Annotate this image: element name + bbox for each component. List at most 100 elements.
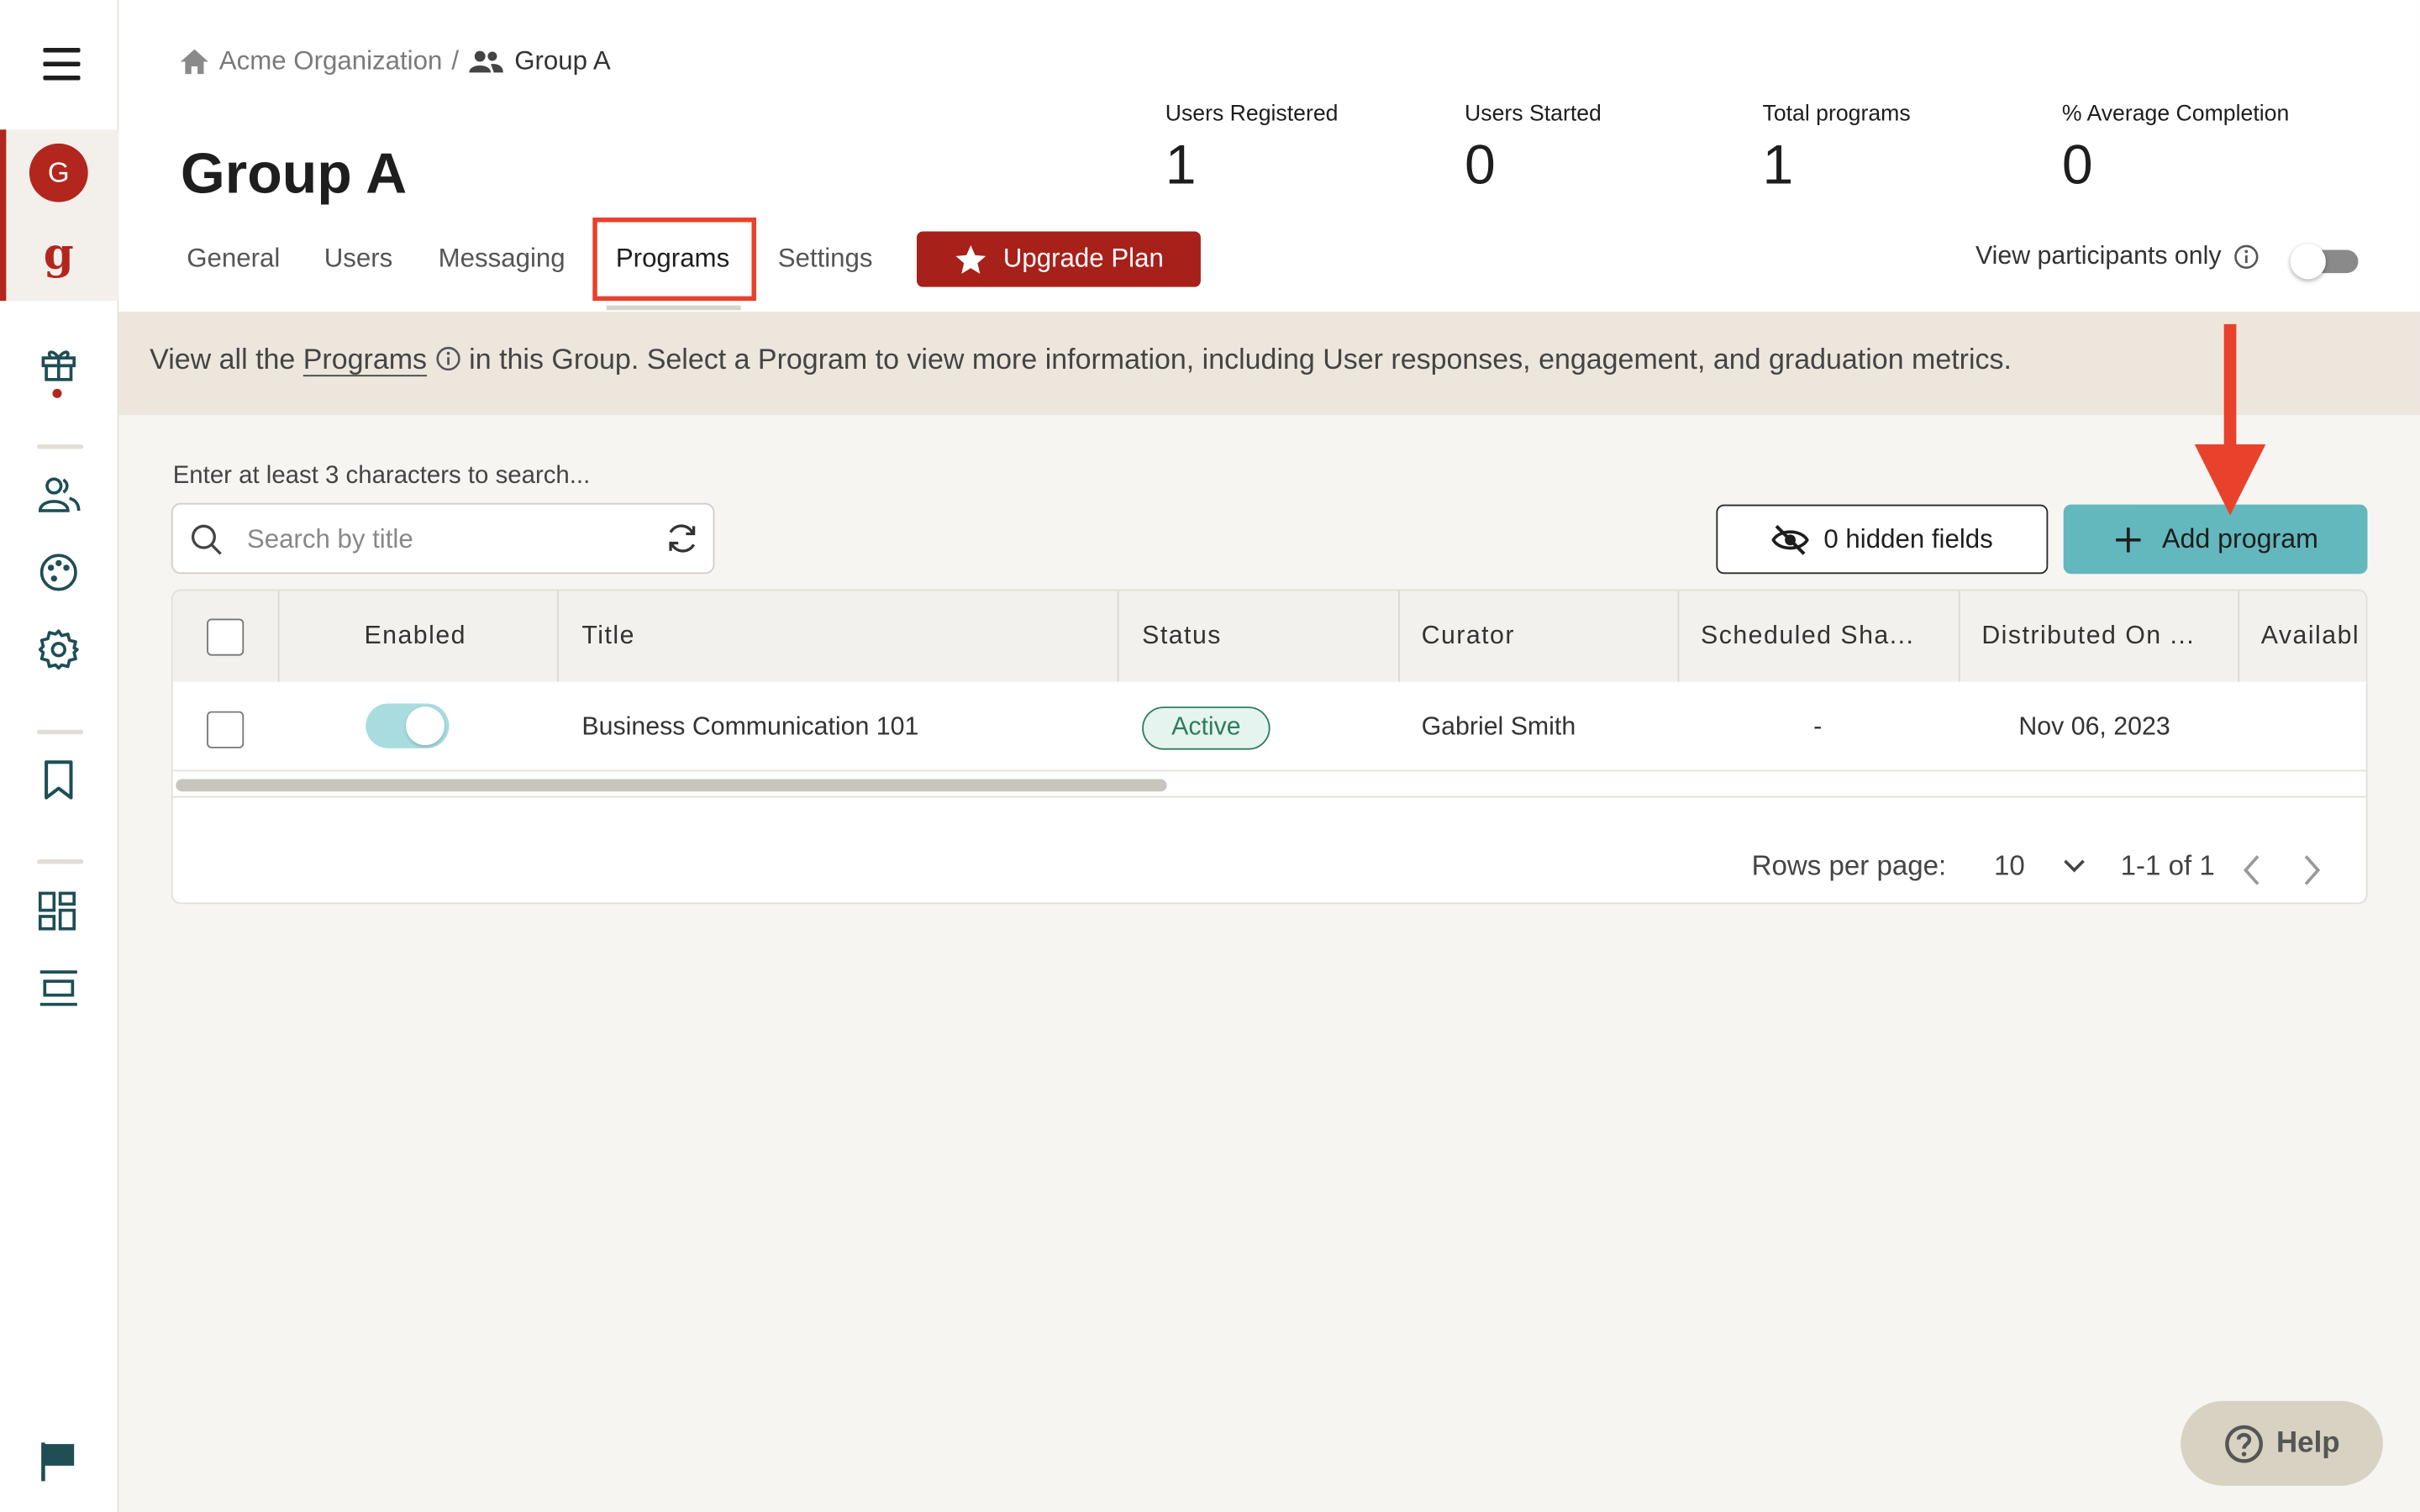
sidebar-divider (37, 729, 84, 735)
pagination-range: 1-1 of 1 (2120, 850, 2215, 881)
annotation-highlight-box (592, 217, 756, 302)
layout-icon[interactable] (37, 968, 80, 1011)
tab-general[interactable]: General (187, 232, 280, 287)
breadcrumb-org[interactable]: Acme Organization (219, 46, 443, 77)
banner-text-before: View all the (150, 342, 303, 375)
programs-link[interactable]: Programs (303, 343, 427, 375)
bookmark-icon[interactable] (37, 758, 80, 801)
stat-value: 1 (1165, 132, 1197, 197)
sidebar-divider (37, 444, 84, 449)
stat-label: Users Registered (1165, 102, 1339, 127)
chevron-left-icon[interactable] (2241, 853, 2263, 887)
stat-value: 0 (2061, 132, 2093, 197)
column-divider (1117, 591, 1119, 682)
search-icon (191, 524, 222, 555)
add-program-label: Add program (2162, 522, 2318, 554)
column-divider (1677, 591, 1680, 682)
upgrade-plan-label: Upgrade Plan (1002, 244, 1164, 274)
pagination: Rows per page: 10 1-1 of 1 (173, 850, 2366, 896)
column-header-status[interactable]: Status (1142, 591, 1222, 681)
cell-scheduled: - (1813, 712, 1823, 741)
palette-icon[interactable] (37, 551, 80, 594)
search-field (171, 502, 715, 575)
scrollbar-thumb[interactable] (176, 779, 1167, 792)
search-hint: Enter at least 3 characters to search... (172, 463, 591, 490)
toggle-knob (406, 706, 445, 746)
info-banner-text: View all the Programs in this Group. Sel… (150, 343, 2012, 376)
sidebar: G g (0, 0, 119, 1512)
hidden-fields-label: 0 hidden fields (1823, 523, 1993, 554)
select-all-checkbox[interactable] (207, 618, 245, 656)
info-icon[interactable] (2233, 244, 2260, 270)
gear-icon[interactable] (37, 628, 80, 671)
help-label: Help (2275, 1426, 2340, 1459)
home-icon[interactable] (179, 48, 210, 76)
column-header-scheduled[interactable]: Scheduled Sha... (1701, 591, 1955, 681)
column-divider (557, 591, 559, 682)
question-icon (2224, 1424, 2263, 1462)
table-row[interactable]: Business Communication 101 Active Gabrie… (172, 681, 2366, 772)
chevron-right-icon[interactable] (2302, 853, 2323, 887)
breadcrumb: Acme Organization / Group A (179, 46, 611, 77)
breadcrumb-current: Group A (514, 46, 611, 76)
column-divider (1958, 591, 1960, 682)
stat-label: % Average Completion (2061, 102, 2290, 127)
column-divider (277, 591, 280, 682)
toggle-knob (2290, 244, 2326, 280)
column-divider (1398, 591, 1400, 682)
column-header-curator[interactable]: Curator (1422, 591, 1515, 681)
refresh-icon[interactable] (666, 522, 699, 555)
view-participants-only: View participants only (1975, 242, 2260, 271)
star-icon (955, 244, 986, 273)
avatar[interactable]: G (29, 143, 88, 202)
stat-users-started: Users Started 0 (1465, 102, 1602, 197)
search-input[interactable] (246, 521, 634, 559)
brand-logo-icon[interactable]: g (40, 231, 77, 281)
column-header-distributed[interactable]: Distributed On ... (1981, 591, 2236, 681)
help-button[interactable]: Help (2181, 1400, 2383, 1486)
app-root: G g Acme Organization / Group A Group A … (0, 0, 2420, 1512)
rows-per-page-select[interactable]: 10 (1994, 850, 2025, 883)
tab-users[interactable]: Users (324, 232, 393, 287)
tab-selected-indicator (606, 305, 741, 311)
group-icon (469, 50, 504, 73)
stat-total-programs: Total programs 1 (1763, 102, 1911, 197)
stat-label: Total programs (1762, 102, 1911, 127)
breadcrumb-separator: / (451, 46, 460, 76)
chevron-down-icon[interactable] (2062, 856, 2086, 874)
plus-icon (2115, 527, 2141, 552)
stat-value: 1 (1762, 132, 1794, 197)
column-header-title[interactable]: Title (581, 591, 634, 681)
info-icon[interactable] (435, 345, 461, 371)
rows-per-page-label: Rows per page: (1751, 850, 1947, 881)
sidebar-divider (37, 859, 84, 864)
users-icon[interactable] (37, 472, 81, 515)
cell-curator: Gabriel Smith (1421, 712, 1576, 741)
page-title: Group A (180, 141, 408, 206)
table-header: Enabled Title Status Curator Scheduled S… (172, 591, 2366, 682)
cell-distributed: Nov 06, 2023 (2018, 712, 2170, 741)
tab-messaging[interactable]: Messaging (439, 232, 566, 287)
dashboard-icon[interactable] (37, 890, 80, 933)
programs-table: Enabled Title Status Curator Scheduled S… (171, 589, 2368, 905)
view-participants-label: View participants only (1975, 242, 2222, 270)
cell-title[interactable]: Business Communication 101 (581, 682, 918, 772)
stat-average-completion: % Average Completion 0 (2062, 102, 2289, 197)
row-checkbox[interactable] (207, 711, 245, 748)
view-participants-toggle[interactable] (2290, 244, 2359, 280)
banner-text-after: in this Group. Select a Program to view … (460, 342, 2012, 375)
hidden-fields-button[interactable]: 0 hidden fields (1716, 504, 2049, 575)
annotation-arrow-icon (2194, 323, 2266, 516)
enabled-toggle[interactable] (366, 703, 450, 748)
horizontal-scrollbar[interactable] (172, 773, 2366, 798)
tab-settings[interactable]: Settings (778, 232, 873, 287)
eye-off-icon (1770, 523, 1809, 554)
status-badge: Active (1142, 706, 1270, 750)
flag-icon[interactable] (37, 1440, 80, 1483)
column-divider (2238, 591, 2240, 682)
menu-icon[interactable] (43, 47, 81, 81)
upgrade-plan-button[interactable]: Upgrade Plan (916, 231, 1201, 287)
gift-icon[interactable] (37, 343, 80, 386)
column-header-enabled[interactable]: Enabled (364, 591, 466, 681)
column-header-available[interactable]: Availabl (2261, 591, 2366, 681)
